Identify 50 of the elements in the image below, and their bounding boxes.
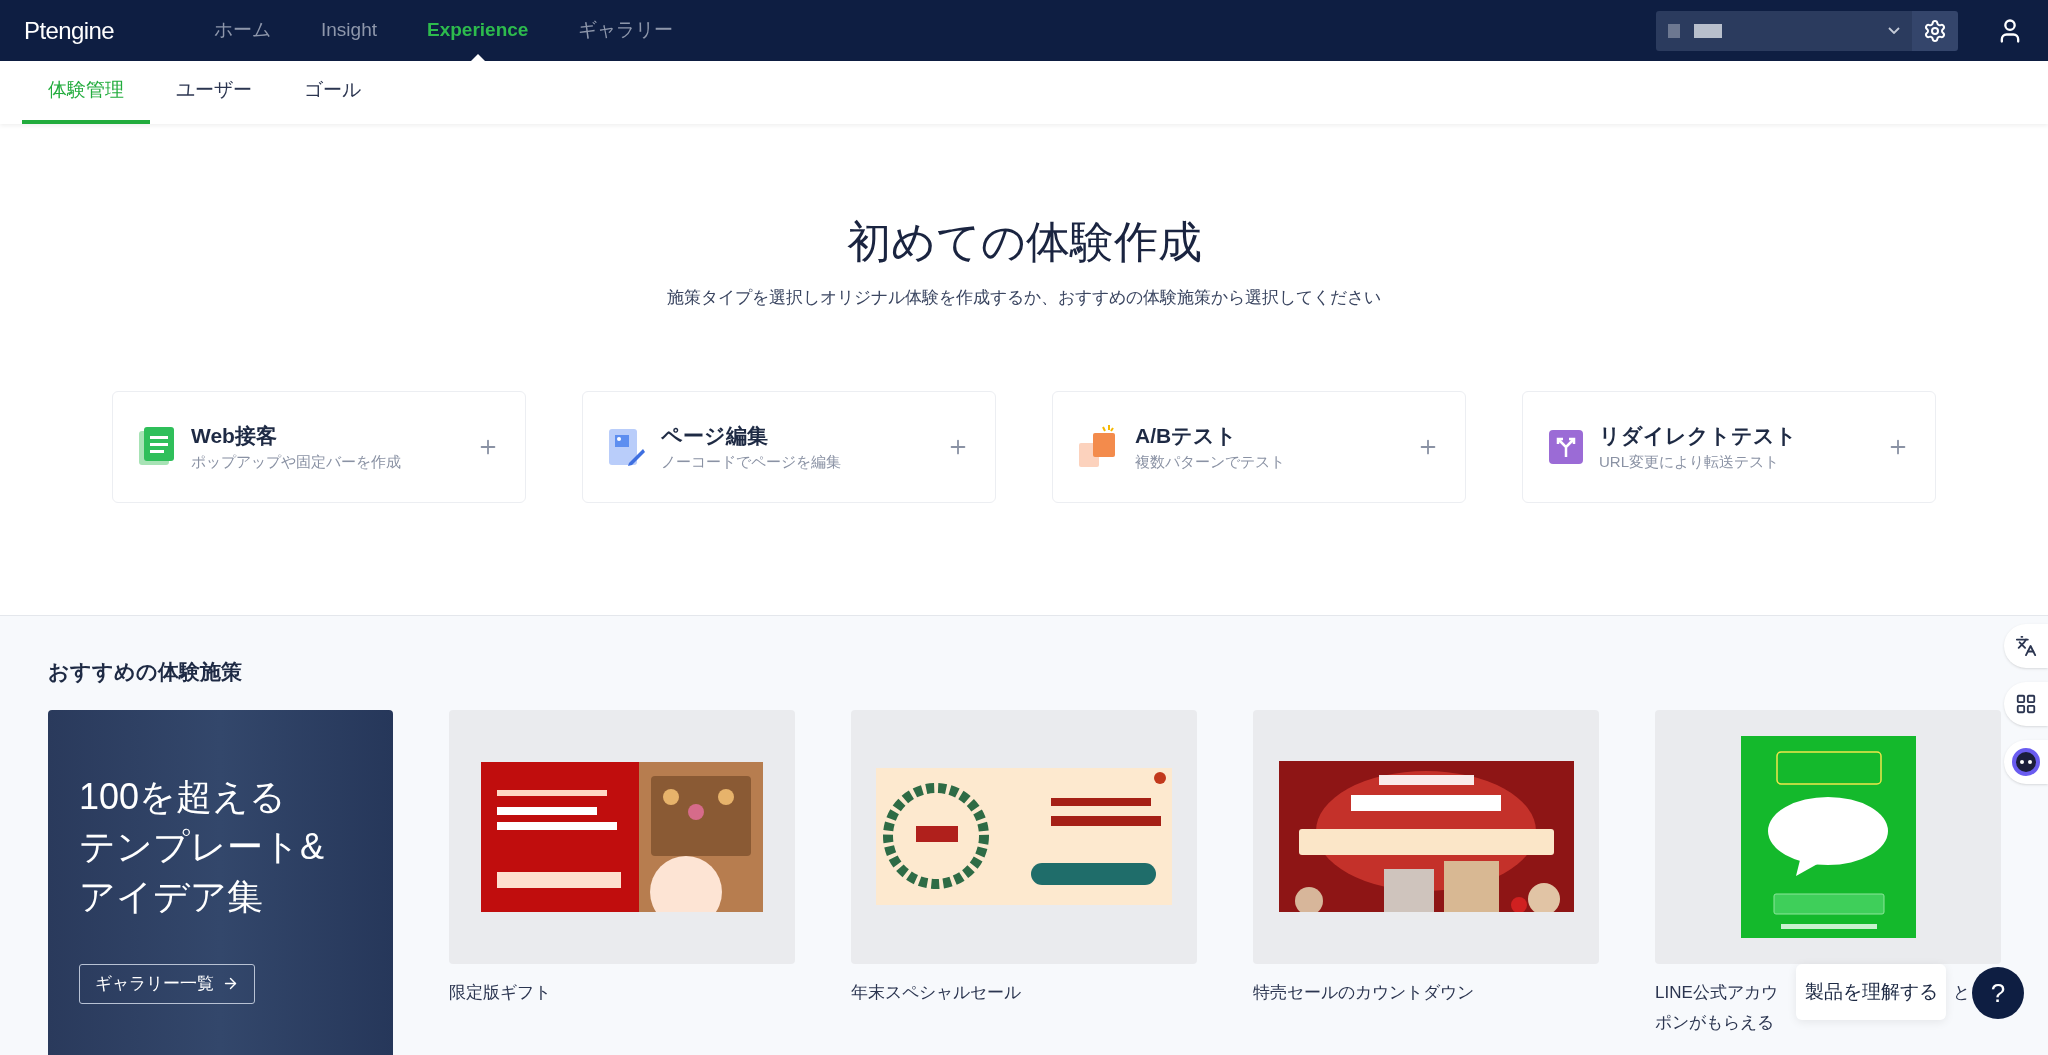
nav-link[interactable]: ホーム [214,0,271,61]
masked-block-icon [1694,23,1722,38]
project-selector[interactable] [1656,10,1912,51]
split-arrows-icon [1549,429,1583,464]
gallery-button[interactable]: ギャラリー一覧 [79,963,255,1004]
masked-block-icon [1668,23,1680,38]
translate-button[interactable] [2004,624,2048,668]
template-title: LINE公式アカウ [1655,981,1778,1004]
image-edit-icon [609,426,645,467]
template-preview[interactable] [851,709,1197,964]
promo-title-line: 100を超える [79,774,288,819]
card-title: リダイレクトテスト [1599,422,1797,449]
card-description: ポップアップや固定バーを作成 [191,452,401,472]
template-preview[interactable] [1253,709,1599,964]
tab[interactable]: ユーザー [150,61,278,124]
experience-type-card[interactable]: リダイレクトテスト URL変更により転送テスト [1522,390,1936,503]
translate-icon [2015,635,2037,657]
promo-title-line: テンプレート& [79,824,325,869]
nav-link[interactable]: Insight [321,0,377,61]
document-icon [139,426,175,467]
gear-icon [1923,18,1947,43]
template-title: 特売セールのカウントダウン [1253,981,1474,1004]
card-description: 複数パターンでテスト [1135,452,1285,472]
card-title: Web接客 [191,422,278,449]
card-description: ノーコードでページを編集 [661,452,841,472]
apps-button[interactable] [2004,682,2048,726]
template-title: 年末スペシャルセール [851,981,1021,1004]
assistant-button[interactable] [2004,740,2048,784]
template-preview[interactable] [449,709,795,964]
tab[interactable]: ゴール [278,61,387,124]
page-subtitle: 施策タイプを選択しオリジナル体験を作成するか、おすすめの体験施策から選択してください [667,287,1381,309]
experience-type-card[interactable]: ページ編集 ノーコードでページを編集 [582,390,996,503]
template-title: ポンがもらえる [1655,1011,1774,1034]
promo-title-line: アイデア集 [79,874,264,919]
nav-link[interactable]: ギャラリー [578,0,674,61]
robot-face-icon [2011,747,2041,777]
card-title: ページ編集 [661,422,769,449]
template-title: と [1953,981,1970,1004]
card-title: A/Bテスト [1135,422,1239,449]
experience-type-card[interactable]: Web接客 ポップアップや固定バーを作成 [112,390,526,503]
section-heading: おすすめの体験施策 [48,659,243,685]
card-description: URL変更により転送テスト [1599,452,1780,472]
logo[interactable]: Ptengine [24,12,214,49]
settings-button[interactable] [1912,10,1958,51]
page-title: 初めての体験作成 [846,216,1202,268]
template-title: 限定版ギフト [449,981,551,1004]
experience-type-card[interactable]: A/Bテスト 複数パターンでテスト [1052,390,1466,503]
chevron-down-icon [1888,27,1900,34]
grid-icon [2015,693,2037,715]
help-tooltip: 製品を理解する [1796,964,1946,1020]
